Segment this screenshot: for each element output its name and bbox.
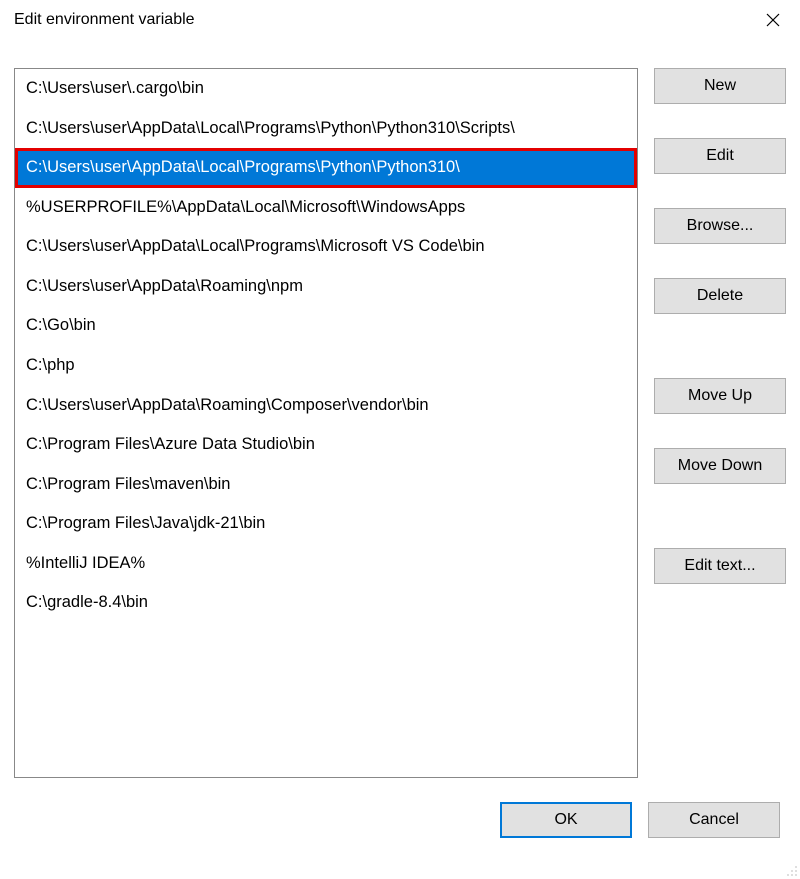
- path-list-item[interactable]: C:\Users\user\AppData\Local\Programs\Pyt…: [15, 109, 637, 149]
- new-button[interactable]: New: [654, 68, 786, 104]
- path-list-item[interactable]: C:\Users\user\AppData\Local\Programs\Mic…: [15, 227, 637, 267]
- path-list-item[interactable]: %USERPROFILE%\AppData\Local\Microsoft\Wi…: [15, 188, 637, 228]
- path-listbox[interactable]: C:\Users\user\.cargo\binC:\Users\user\Ap…: [14, 68, 638, 778]
- ok-button[interactable]: OK: [500, 802, 632, 838]
- close-icon[interactable]: [764, 11, 782, 29]
- path-list-item[interactable]: C:\gradle-8.4\bin: [15, 583, 637, 623]
- main-row: C:\Users\user\.cargo\binC:\Users\user\Ap…: [14, 40, 786, 778]
- path-list-item[interactable]: C:\Program Files\Java\jdk-21\bin: [15, 504, 637, 544]
- browse-button[interactable]: Browse...: [654, 208, 786, 244]
- window-title: Edit environment variable: [14, 11, 195, 29]
- path-list-item[interactable]: C:\php: [15, 346, 637, 386]
- path-list-item[interactable]: C:\Users\user\AppData\Local\Programs\Pyt…: [15, 148, 637, 188]
- dialog-footer: OK Cancel: [14, 778, 786, 838]
- path-list-item[interactable]: %IntelliJ IDEA%: [15, 544, 637, 584]
- path-list-item[interactable]: C:\Go\bin: [15, 306, 637, 346]
- resize-grip-icon[interactable]: [784, 863, 798, 877]
- edit-text-button[interactable]: Edit text...: [654, 548, 786, 584]
- move-down-button[interactable]: Move Down: [654, 448, 786, 484]
- path-list-item[interactable]: C:\Users\user\AppData\Roaming\Composer\v…: [15, 386, 637, 426]
- edit-button[interactable]: Edit: [654, 138, 786, 174]
- side-button-column: New Edit Browse... Delete Move Up Move D…: [654, 68, 786, 778]
- delete-button[interactable]: Delete: [654, 278, 786, 314]
- path-list-item[interactable]: C:\Users\user\AppData\Roaming\npm: [15, 267, 637, 307]
- path-list-item[interactable]: C:\Program Files\maven\bin: [15, 465, 637, 505]
- titlebar: Edit environment variable: [0, 0, 800, 40]
- path-list-item[interactable]: C:\Users\user\.cargo\bin: [15, 69, 637, 109]
- edit-env-var-dialog: Edit environment variable C:\Users\user\…: [0, 0, 800, 879]
- path-list-item[interactable]: C:\Program Files\Azure Data Studio\bin: [15, 425, 637, 465]
- dialog-content: C:\Users\user\.cargo\binC:\Users\user\Ap…: [0, 40, 800, 879]
- move-up-button[interactable]: Move Up: [654, 378, 786, 414]
- cancel-button[interactable]: Cancel: [648, 802, 780, 838]
